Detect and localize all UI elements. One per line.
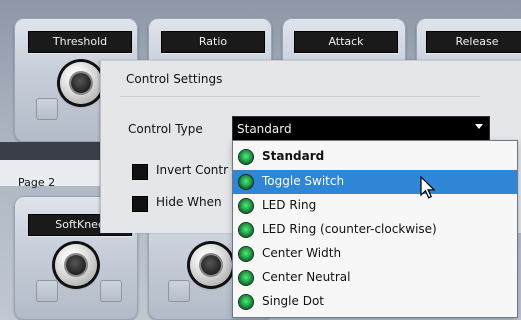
- green-led-icon: [239, 223, 253, 237]
- option-label: Toggle Switch: [262, 174, 345, 188]
- softknee-knob-icon[interactable]: [55, 244, 97, 286]
- green-led-icon: [239, 199, 253, 213]
- hide-when-label: Hide When: [156, 195, 222, 209]
- control-type-select[interactable]: Standard: [232, 116, 490, 142]
- threshold-label: Threshold: [28, 31, 132, 53]
- invert-checkbox[interactable]: [132, 164, 148, 180]
- control-type-label: Control Type: [128, 122, 203, 136]
- control-type-dropdown: Standard Toggle Switch LED Ring LED Ring…: [232, 140, 518, 318]
- option-label: Center Width: [262, 246, 342, 260]
- softknee-pad-right[interactable]: [100, 280, 122, 302]
- green-led-icon: [239, 247, 253, 261]
- option-label: LED Ring: [262, 198, 317, 212]
- green-led-icon: [239, 271, 253, 285]
- option-label: Single Dot: [262, 294, 324, 308]
- page-label: Page 2: [18, 176, 56, 189]
- attack-label: Attack: [294, 31, 398, 53]
- ratio-label: Ratio: [161, 31, 265, 53]
- green-led-icon: [239, 295, 253, 309]
- option-label: Center Neutral: [262, 270, 351, 284]
- green-led-icon: [239, 175, 253, 189]
- threshold-pad[interactable]: [36, 98, 58, 120]
- option-center-neutral[interactable]: Center Neutral: [233, 266, 517, 290]
- invert-label: Invert Contr: [156, 163, 229, 177]
- option-label: Standard: [262, 149, 325, 163]
- page2-pad[interactable]: [168, 280, 190, 302]
- option-single-dot[interactable]: Single Dot: [233, 290, 517, 314]
- control-type-value: Standard: [237, 122, 292, 136]
- option-toggle-switch[interactable]: Toggle Switch: [233, 170, 517, 194]
- page2-knob-icon[interactable]: [190, 244, 232, 286]
- option-center-width[interactable]: Center Width: [233, 242, 517, 266]
- green-led-icon: [239, 150, 253, 164]
- mouse-pointer-icon: [420, 176, 436, 199]
- softknee-pad-left[interactable]: [36, 280, 58, 302]
- option-led-ring[interactable]: LED Ring: [233, 194, 517, 218]
- option-standard[interactable]: Standard: [233, 145, 517, 169]
- title-separator: [120, 96, 480, 97]
- option-label: LED Ring (counter-clockwise): [262, 222, 437, 236]
- hide-when-checkbox[interactable]: [132, 196, 148, 212]
- threshold-knob-icon[interactable]: [60, 62, 102, 104]
- chevron-down-icon: [475, 124, 483, 129]
- release-label: Release: [426, 31, 521, 53]
- option-led-ring-ccw[interactable]: LED Ring (counter-clockwise): [233, 218, 517, 242]
- control-settings-title: Control Settings: [126, 72, 223, 86]
